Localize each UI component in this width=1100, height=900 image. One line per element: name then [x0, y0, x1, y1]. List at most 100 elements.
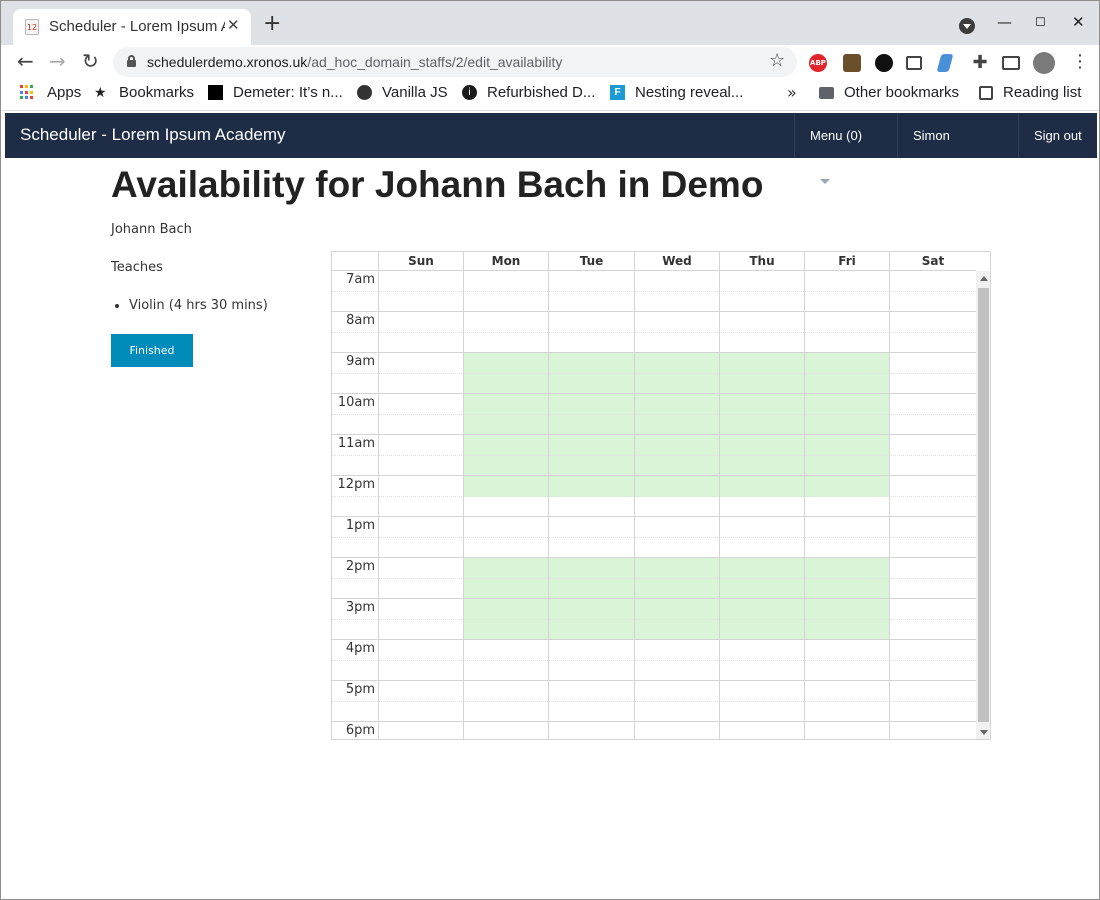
profile-avatar[interactable]	[1033, 52, 1055, 74]
user-name: Simon Philpotts	[913, 128, 963, 188]
maximize-icon[interactable]: ◻	[1035, 14, 1046, 29]
reload-icon[interactable]: ↻	[82, 49, 99, 73]
bookmark-label: Demeter: It’s n...	[233, 84, 343, 101]
app-navbar: Scheduler - Lorem Ipsum Academy Menu (0)…	[5, 113, 1097, 188]
other-bookmarks-label: Other bookmarks	[844, 84, 960, 101]
half-hour-row	[332, 290, 976, 312]
reading-list-label: Reading list	[1003, 84, 1082, 101]
column-divider	[719, 271, 720, 739]
bookmark-refurbished[interactable]: i Refurbished D...	[462, 84, 595, 101]
extension-feather-icon[interactable]	[936, 54, 954, 72]
extensions-puzzle-icon[interactable]: ✚	[971, 54, 989, 72]
globe-icon	[357, 85, 372, 100]
column-divider	[804, 271, 805, 739]
f-logo-icon: F	[610, 85, 625, 100]
calendar-body[interactable]: 7am 8am 9am 10am 11am 12pm 1pm 2pm 3pm 4pm 5pm 6pm	[332, 271, 976, 739]
time-label: 8am	[346, 313, 375, 328]
day-header-fri: Fri	[804, 252, 889, 271]
column-divider	[889, 271, 890, 739]
cast-icon[interactable]	[1002, 56, 1020, 70]
availability-calendar: Sun Mon Tue Wed Thu Fri Sat 7am 8am 9am 10am 11am 1…	[331, 251, 991, 740]
day-header-wed: Wed	[634, 252, 719, 271]
column-divider	[548, 271, 549, 739]
half-hour-row	[332, 618, 976, 640]
browser-window: 12 Scheduler - Lorem Ipsum Academy ✕ + —…	[0, 0, 1100, 900]
bookmark-label: Apps	[47, 84, 82, 101]
hour-row: 12pm	[332, 475, 976, 496]
scroll-up-arrow-icon[interactable]	[980, 276, 988, 281]
day-header-sat: Sat	[889, 252, 976, 271]
extension-paw-icon[interactable]	[875, 54, 893, 72]
bookmark-label: Bookmarks	[119, 84, 195, 101]
url-domain: schedulerdemo.xronos.uk	[147, 54, 308, 70]
hour-row: 11am	[332, 434, 976, 455]
black-square-icon	[208, 85, 223, 100]
back-arrow-icon[interactable]: ←	[17, 49, 34, 73]
star-icon: ★	[94, 84, 107, 100]
caret-down-icon	[820, 179, 830, 185]
new-tab-plus-icon[interactable]: +	[263, 13, 281, 35]
reading-list-icon	[979, 85, 993, 100]
forward-arrow-icon[interactable]: →	[49, 49, 66, 73]
hour-row: 7am	[332, 271, 976, 291]
day-header-thu: Thu	[719, 252, 804, 271]
tab-title: Scheduler - Lorem Ipsum Academy	[49, 18, 225, 35]
other-bookmarks[interactable]: Other bookmarks	[819, 84, 959, 101]
tab-close-icon[interactable]: ✕	[227, 16, 240, 34]
half-hour-row	[332, 659, 976, 681]
address-bar[interactable]: schedulerdemo.xronos.uk/ad_hoc_domain_st…	[113, 47, 797, 77]
app-brand[interactable]: Scheduler - Lorem Ipsum Academy	[20, 125, 286, 145]
browser-menu-icon[interactable]: ⋮	[1071, 51, 1089, 72]
bookmark-bookmarks[interactable]: ★ Bookmarks	[94, 84, 194, 101]
scroll-thumb[interactable]	[978, 288, 989, 722]
finished-button[interactable]: Finished	[111, 334, 193, 367]
bookmark-star-icon[interactable]: ☆	[769, 50, 785, 71]
more-bookmarks-chevron-icon[interactable]: »	[787, 83, 797, 102]
subject-item: Violin (4 hrs 30 mins)	[129, 298, 268, 313]
calendar-scrollbar[interactable]	[976, 271, 990, 739]
time-label: 9am	[346, 354, 375, 369]
adblock-extension-icon[interactable]: ABP	[809, 54, 827, 72]
url-path: /ad_hoc_domain_staffs/2/edit_availabilit…	[307, 54, 563, 70]
half-hour-row	[332, 577, 976, 599]
bookmarks-bar: Apps ★ Bookmarks Demeter: It’s n... Vani…	[1, 79, 1099, 111]
tab-strip: 12 Scheduler - Lorem Ipsum Academy ✕ + —…	[1, 1, 1099, 45]
calendar-header: Sun Mon Tue Wed Thu Fri Sat	[332, 252, 976, 271]
column-divider	[634, 271, 635, 739]
teaches-label: Teaches	[111, 260, 163, 275]
browser-tab[interactable]: 12 Scheduler - Lorem Ipsum Academy ✕	[13, 9, 251, 45]
half-hour-row	[332, 454, 976, 476]
hour-row: 3pm	[332, 598, 976, 619]
sign-out-label: Sign out	[1034, 128, 1082, 143]
extension-house-icon[interactable]	[843, 54, 861, 72]
bookmark-apps[interactable]: Apps	[20, 84, 81, 101]
time-label: 5pm	[345, 682, 375, 697]
column-divider	[378, 271, 379, 739]
bookmark-demeter[interactable]: Demeter: It’s n...	[208, 84, 343, 101]
window-close-icon[interactable]: ✕	[1072, 13, 1085, 31]
bookmark-label: Refurbished D...	[487, 84, 596, 101]
time-label: 10am	[337, 395, 375, 410]
staff-name: Johann Bach	[111, 222, 192, 237]
user-name-link[interactable]: Simon Philpotts	[897, 113, 1018, 188]
page-title: Availability for Johann Bach in Demo	[111, 164, 764, 205]
screenshot-extension-icon[interactable]	[906, 56, 922, 70]
sign-out-link[interactable]: Sign out	[1018, 113, 1097, 158]
calendar-favicon-icon: 12	[25, 19, 39, 35]
day-header-tue: Tue	[548, 252, 634, 271]
hour-row: 4pm	[332, 639, 976, 660]
tab-search-icon[interactable]	[959, 18, 975, 34]
half-hour-row	[332, 372, 976, 394]
bookmark-vanilla-js[interactable]: Vanilla JS	[357, 84, 448, 101]
half-hour-row	[332, 536, 976, 558]
scroll-down-arrow-icon[interactable]	[980, 730, 988, 735]
reading-list[interactable]: Reading list	[979, 84, 1081, 101]
minimize-icon[interactable]: —	[997, 13, 1012, 31]
time-label: 3pm	[345, 600, 375, 615]
hour-row: 8am	[332, 311, 976, 332]
hour-row: 1pm	[332, 516, 976, 537]
lock-icon	[127, 55, 136, 67]
menu-dropdown[interactable]: Menu (0)	[794, 113, 897, 185]
bookmark-nesting[interactable]: F Nesting reveal...	[610, 84, 743, 101]
time-label: 2pm	[345, 559, 375, 574]
